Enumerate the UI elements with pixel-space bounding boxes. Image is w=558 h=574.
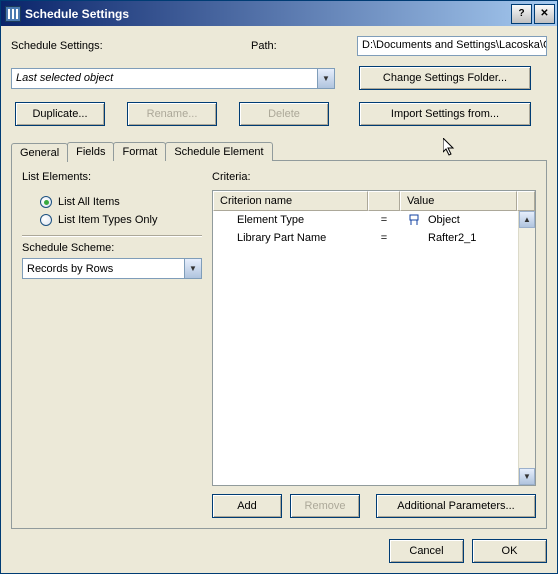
ok-button[interactable]: OK (472, 539, 547, 563)
list-elements-label: List Elements: (22, 171, 202, 183)
table-row[interactable]: Element Type= Object (213, 211, 535, 229)
schedule-scheme-label: Schedule Scheme: (22, 242, 202, 254)
grid-body: Element Type= Object Library Part Name= Raf… (213, 211, 535, 485)
criteria-grid: Criterion name Value Element Type= Object… (212, 190, 536, 486)
cell-value-text: Rafter2_1 (428, 232, 476, 244)
radio-label: List Item Types Only (58, 214, 157, 226)
scroll-up-icon[interactable]: ▲ (519, 211, 535, 228)
tab-general[interactable]: General (11, 143, 68, 162)
remove-button[interactable]: Remove (290, 494, 360, 518)
window-title: Schedule Settings (25, 7, 509, 21)
object-icon (408, 214, 420, 226)
radio-icon (40, 214, 52, 226)
delete-button[interactable]: Delete (239, 102, 329, 126)
cell-operator: = (368, 214, 400, 226)
path-label: Path: (251, 40, 357, 52)
tabs: General Fields Format Schedule Element (11, 142, 547, 161)
duplicate-button[interactable]: Duplicate... (15, 102, 105, 126)
radio-list-all-items[interactable]: List All Items (40, 196, 202, 208)
help-button[interactable]: ? (511, 4, 532, 24)
change-settings-folder-button[interactable]: Change Settings Folder... (359, 66, 531, 90)
object-dropdown[interactable]: Last selected object ▼ (11, 68, 335, 89)
dropdown-arrow-icon[interactable]: ▼ (184, 259, 201, 278)
rename-button[interactable]: Rename... (127, 102, 217, 126)
table-row[interactable]: Library Part Name= Rafter2_1 (213, 229, 535, 247)
cell-criterion-name: Library Part Name (213, 232, 368, 244)
radio-icon (40, 196, 52, 208)
dropdown-arrow-icon[interactable]: ▼ (317, 69, 334, 88)
path-field[interactable]: D:\Documents and Settings\Lacoska\C (357, 36, 547, 56)
col-operator[interactable] (368, 191, 400, 211)
criteria-label: Criteria: (212, 171, 536, 183)
col-value[interactable]: Value (400, 191, 517, 211)
schedule-scheme-value: Records by Rows (27, 263, 113, 275)
cell-value: Object (400, 214, 535, 226)
settings-label: Schedule Settings: (11, 40, 251, 52)
cell-value-text: Object (428, 214, 460, 226)
app-icon (5, 6, 21, 22)
tab-fields[interactable]: Fields (67, 142, 114, 161)
col-criterion-name[interactable]: Criterion name (213, 191, 368, 211)
radio-list-item-types-only[interactable]: List Item Types Only (40, 214, 202, 226)
grid-header: Criterion name Value (213, 191, 535, 211)
object-dropdown-value: Last selected object (16, 72, 113, 84)
scroll-down-icon[interactable]: ▼ (519, 468, 535, 485)
tab-schedule-element[interactable]: Schedule Element (165, 142, 272, 161)
scrollbar[interactable]: ▲ ▼ (518, 211, 535, 485)
import-settings-button[interactable]: Import Settings from... (359, 102, 531, 126)
schedule-scheme-select[interactable]: Records by Rows ▼ (22, 258, 202, 279)
cell-criterion-name: Element Type (213, 214, 368, 226)
col-spacer (517, 191, 535, 211)
close-button[interactable]: ✕ (534, 4, 555, 24)
separator (22, 235, 202, 236)
cell-value: Rafter2_1 (400, 232, 535, 244)
tab-panel-general: List Elements: List All Items List Item … (11, 160, 547, 529)
radio-label: List All Items (58, 196, 120, 208)
titlebar: Schedule Settings ? ✕ (1, 1, 557, 26)
additional-parameters-button[interactable]: Additional Parameters... (376, 494, 536, 518)
cell-operator: = (368, 232, 400, 244)
cancel-button[interactable]: Cancel (389, 539, 464, 563)
tab-format[interactable]: Format (113, 142, 166, 161)
add-button[interactable]: Add (212, 494, 282, 518)
